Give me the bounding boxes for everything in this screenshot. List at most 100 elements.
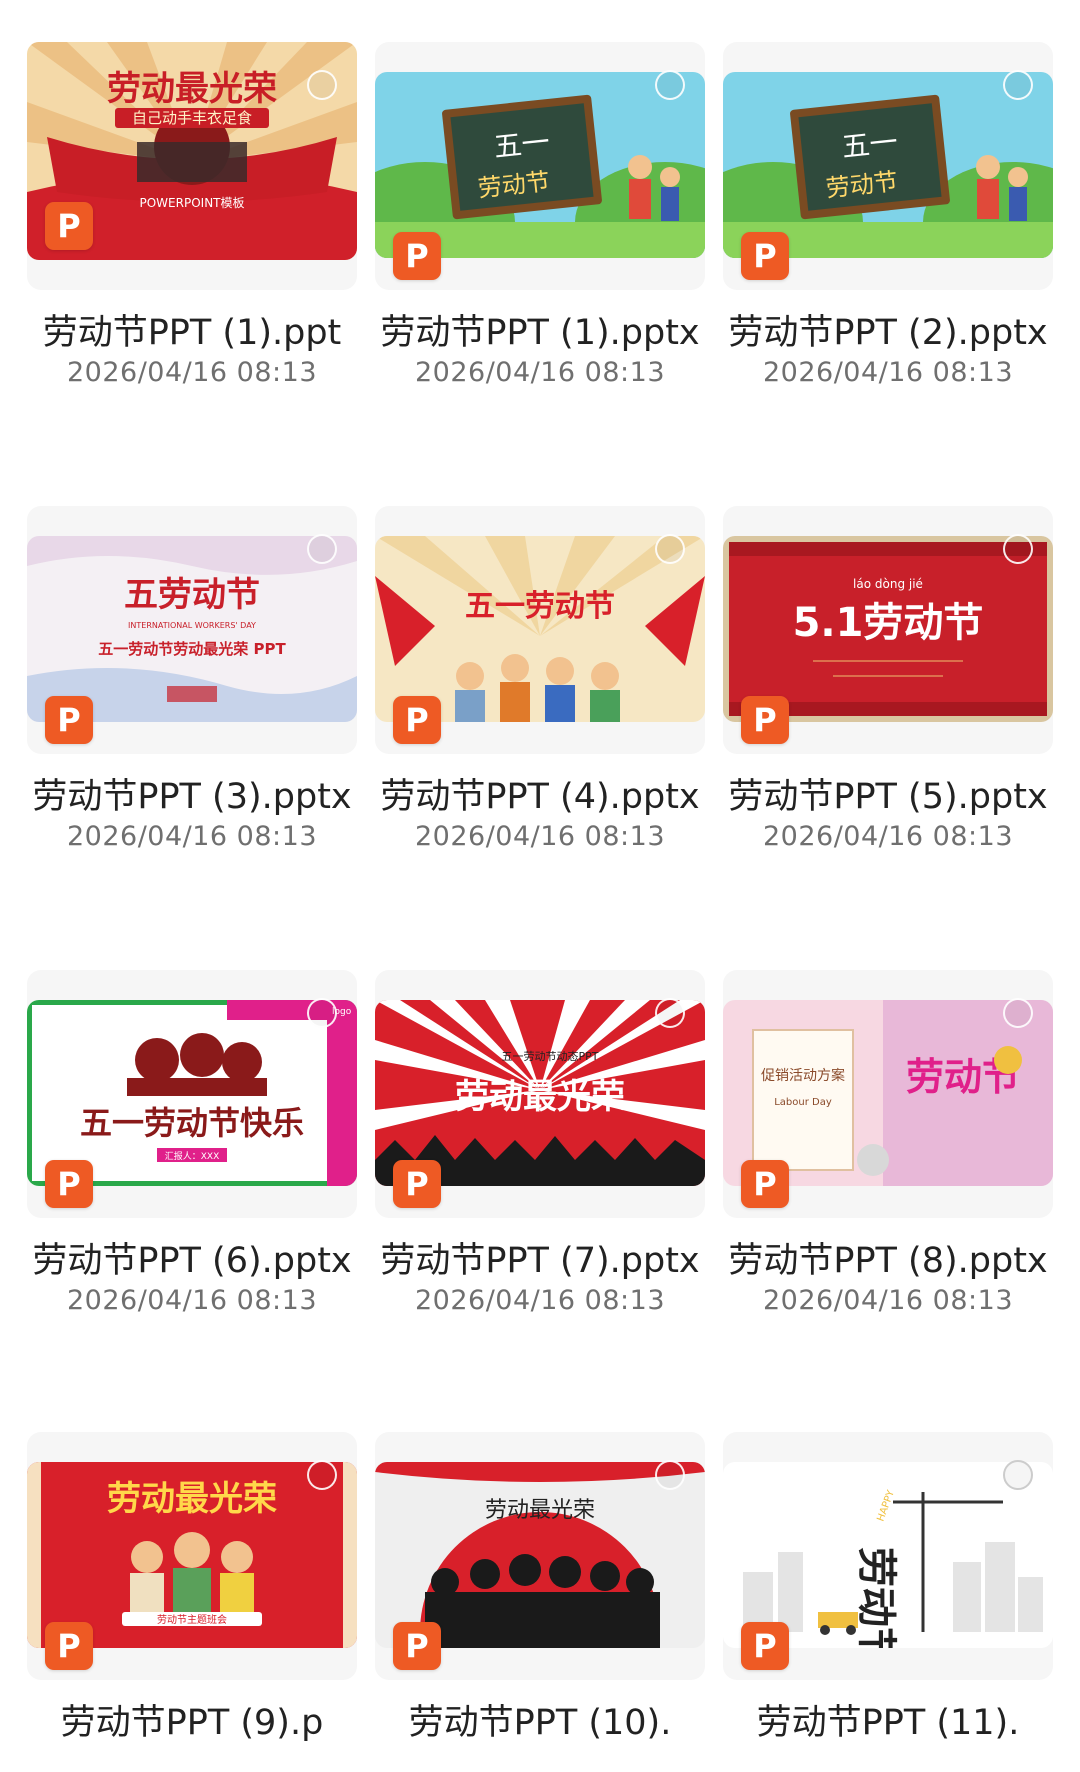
select-checkbox[interactable] xyxy=(1003,1460,1033,1490)
select-checkbox[interactable] xyxy=(1003,70,1033,100)
thumbnail[interactable]: 五一劳动节动态PPT 劳动最光荣 P xyxy=(375,970,705,1218)
ppt-file-icon: P xyxy=(45,1622,93,1670)
thumb-subtitle: 劳动节主题班会 xyxy=(157,1613,227,1626)
thumbnail[interactable]: logo 五一劳动节快乐 汇报人：XXX P xyxy=(27,970,357,1218)
select-checkbox[interactable] xyxy=(655,998,685,1028)
file-date: 2026/04/16 08:13 xyxy=(762,821,1013,852)
file-date: 2026/04/16 08:13 xyxy=(414,357,665,388)
file-card-9[interactable]: 促销活动方案 Labour Day 劳动节 P 劳动节PPT (8).pptx … xyxy=(723,970,1053,1319)
file-card-8[interactable]: 五一劳动节动态PPT 劳动最光荣 P 劳动节PPT (7).pptx 2026/… xyxy=(375,970,705,1319)
file-card-12[interactable]: HAPPY 劳动节 P 劳动节PPT (11). xyxy=(723,1432,1053,1745)
thumb-subtitle: 自己动手丰衣足食 xyxy=(132,109,252,127)
file-date: 2026/04/16 08:13 xyxy=(66,357,317,388)
ppt-file-icon: P xyxy=(393,232,441,280)
slide-preview: 五一劳动节动态PPT 劳动最光荣 xyxy=(375,1000,705,1186)
ppt-file-icon: P xyxy=(393,696,441,744)
file-date: 2026/04/16 08:13 xyxy=(414,821,665,852)
slide-preview: 五一 劳动节 xyxy=(375,72,705,258)
ppt-file-icon: P xyxy=(393,1622,441,1670)
thumb-title: 劳动最光荣 xyxy=(485,1498,595,1523)
slide-preview: logo 五一劳动节快乐 汇报人：XXX xyxy=(27,1000,357,1186)
file-name: 劳动节PPT (7).pptx xyxy=(380,1241,700,1281)
ppt-file-icon: P xyxy=(741,232,789,280)
slide-preview: 促销活动方案 Labour Day 劳动节 xyxy=(723,1000,1053,1186)
ppt-file-icon: P xyxy=(393,1160,441,1208)
thumb-extra: INTERNATIONAL WORKERS' DAY xyxy=(128,621,256,630)
file-name: 劳动节PPT (2).pptx xyxy=(728,313,1048,353)
file-card-2[interactable]: 五一 劳动节 P 劳动节PPT (1).pptx 2026/04/16 08:1… xyxy=(375,42,705,391)
select-checkbox[interactable] xyxy=(307,1460,337,1490)
select-checkbox[interactable] xyxy=(307,70,337,100)
thumbnail[interactable]: 促销活动方案 Labour Day 劳动节 P xyxy=(723,970,1053,1218)
select-checkbox[interactable] xyxy=(307,534,337,564)
file-date: 2026/04/16 08:13 xyxy=(66,1285,317,1316)
select-checkbox[interactable] xyxy=(1003,998,1033,1028)
ppt-file-icon: P xyxy=(741,1160,789,1208)
file-card-11[interactable]: 劳动最光荣 P 劳动节PPT (10). xyxy=(375,1432,705,1745)
file-name: 劳动节PPT (1).pptx xyxy=(380,313,700,353)
thumbnail[interactable]: 劳动最光荣 劳动节主题班会 P xyxy=(27,1432,357,1680)
file-card-7[interactable]: logo 五一劳动节快乐 汇报人：XXX P 劳动节PPT (6).pptx 2… xyxy=(27,970,357,1319)
thumbnail[interactable]: 五一劳动节 P xyxy=(375,506,705,754)
slide-preview: 五一 劳动节 xyxy=(723,72,1053,258)
thumbnail[interactable]: 劳动最光荣 自己动手丰衣足食 POWERPOINT模板 P xyxy=(27,42,357,290)
file-date: 2026/04/16 08:13 xyxy=(414,1285,665,1316)
ppt-file-icon: P xyxy=(45,1160,93,1208)
thumb-subtitle: láo dòng jié xyxy=(853,577,923,591)
file-grid: 劳动最光荣 自己动手丰衣足食 POWERPOINT模板 P 劳动节PPT (1)… xyxy=(0,0,1080,1772)
file-date: 2026/04/16 08:13 xyxy=(66,821,317,852)
file-card-4[interactable]: 五劳动节 INTERNATIONAL WORKERS' DAY 五一劳动节劳动最… xyxy=(27,506,357,855)
thumbnail[interactable]: 五一 劳动节 P xyxy=(723,42,1053,290)
thumb-title: 劳动最光荣 xyxy=(107,1479,277,1519)
file-name: 劳动节PPT (6).pptx xyxy=(32,1241,352,1281)
slide-preview: 五一劳动节 xyxy=(375,536,705,722)
thumb-title: 5.1劳动节 xyxy=(793,600,984,646)
select-checkbox[interactable] xyxy=(1003,534,1033,564)
ppt-file-icon: P xyxy=(45,696,93,744)
slide-preview: 五劳动节 INTERNATIONAL WORKERS' DAY 五一劳动节劳动最… xyxy=(27,536,357,722)
slide-preview: 劳动最光荣 劳动节主题班会 xyxy=(27,1462,357,1648)
file-date: 2026/04/16 08:13 xyxy=(762,357,1013,388)
file-card-3[interactable]: 五一 劳动节 P 劳动节PPT (2).pptx 2026/04/16 08:1… xyxy=(723,42,1053,391)
file-name: 劳动节PPT (3).pptx xyxy=(32,777,352,817)
ppt-file-icon: P xyxy=(741,696,789,744)
thumb-title: 五一劳动节 xyxy=(465,589,615,624)
thumb-title: 五劳动节 xyxy=(124,575,260,615)
thumb-subtitle: 五一劳动节劳动最光荣 PPT xyxy=(98,640,286,658)
select-checkbox[interactable] xyxy=(655,70,685,100)
file-name: 劳动节PPT (11). xyxy=(756,1703,1020,1743)
thumbnail[interactable]: láo dòng jié 5.1劳动节 P xyxy=(723,506,1053,754)
slide-preview: 劳动最光荣 xyxy=(375,1462,705,1648)
ppt-file-icon: P xyxy=(45,202,93,250)
thumb-title: 五一 xyxy=(840,125,899,164)
thumbnail[interactable]: 五劳动节 INTERNATIONAL WORKERS' DAY 五一劳动节劳动最… xyxy=(27,506,357,754)
thumb-title: 五一劳动节快乐 xyxy=(80,1104,304,1142)
thumbnail[interactable]: 五一 劳动节 P xyxy=(375,42,705,290)
thumb-subtitle: 五一劳动节动态PPT xyxy=(502,1050,599,1063)
file-card-5[interactable]: 五一劳动节 P 劳动节PPT (4).pptx 2026/04/16 08:13 xyxy=(375,506,705,855)
thumbnail[interactable]: HAPPY 劳动节 P xyxy=(723,1432,1053,1680)
thumb-title: 劳动节 xyxy=(853,1547,899,1648)
thumb-extra: POWERPOINT模板 xyxy=(140,196,245,210)
select-checkbox[interactable] xyxy=(655,534,685,564)
select-checkbox[interactable] xyxy=(655,1460,685,1490)
file-card-6[interactable]: láo dòng jié 5.1劳动节 P 劳动节PPT (5).pptx 20… xyxy=(723,506,1053,855)
file-card-10[interactable]: 劳动最光荣 劳动节主题班会 P 劳动节PPT (9).p xyxy=(27,1432,357,1745)
file-name: 劳动节PPT (8).pptx xyxy=(728,1241,1048,1281)
file-name: 劳动节PPT (10). xyxy=(408,1703,672,1743)
file-name: 劳动节PPT (5).pptx xyxy=(728,777,1048,817)
file-date: 2026/04/16 08:13 xyxy=(762,1285,1013,1316)
thumbnail[interactable]: 劳动最光荣 P xyxy=(375,1432,705,1680)
thumb-title: 劳动最光荣 xyxy=(455,1077,625,1117)
file-name: 劳动节PPT (9).p xyxy=(60,1703,324,1743)
ppt-file-icon: P xyxy=(741,1622,789,1670)
thumb-subtitle: 促销活动方案 xyxy=(761,1067,845,1084)
file-card-1[interactable]: 劳动最光荣 自己动手丰衣足食 POWERPOINT模板 P 劳动节PPT (1)… xyxy=(27,42,357,391)
file-name: 劳动节PPT (1).ppt xyxy=(42,313,342,353)
slide-preview: láo dòng jié 5.1劳动节 xyxy=(723,536,1053,722)
select-checkbox[interactable] xyxy=(307,998,337,1028)
file-name: 劳动节PPT (4).pptx xyxy=(380,777,700,817)
thumb-title: 劳动最光荣 xyxy=(107,69,277,109)
thumb-extra: Labour Day xyxy=(774,1097,832,1108)
thumb-title: 五一 xyxy=(492,125,551,164)
